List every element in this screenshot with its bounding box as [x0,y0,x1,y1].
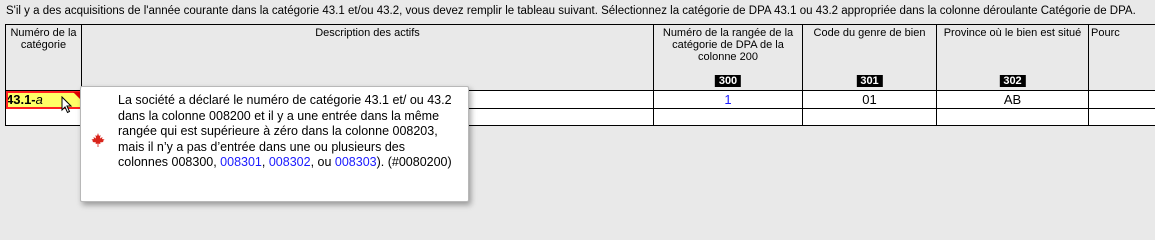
header-asset-description: Description des actifs [81,24,654,91]
property-code-cell[interactable]: 01 [802,90,937,109]
link-008302[interactable]: 008302 [269,155,311,169]
code-badge-300: 300 [714,75,742,87]
error-tooltip: La société a déclaré le numéro de catégo… [80,86,469,202]
code-badge-301: 301 [856,75,883,87]
header-category-number: Numéro de la catégorie [5,24,82,91]
header-row-number: Numéro de la rangée de la catégorie de D… [653,24,803,91]
empty-cell[interactable] [936,108,1089,126]
mouse-pointer-icon [61,96,73,114]
maple-leaf-icon [90,132,106,152]
empty-cell[interactable] [802,108,937,126]
header-row: Numéro de la catégorie Description des a… [5,24,1155,91]
instruction-text: S'il y a des acquisitions de l'année cou… [6,5,1136,17]
percentage-cell[interactable] [1088,90,1155,109]
row-number-cell[interactable]: 1 [653,90,803,109]
empty-cell[interactable] [1088,108,1155,126]
header-property-code: Code du genre de bien 301 [802,24,937,91]
header-province: Province où le bien est situé 302 [936,24,1089,91]
empty-cell[interactable] [653,108,803,126]
header-percentage: Pourc [1088,24,1155,91]
code-badge-302: 302 [999,75,1026,87]
province-cell[interactable]: AB [936,90,1089,109]
link-008303[interactable]: 008303 [335,155,377,169]
link-008301[interactable]: 008301 [220,155,262,169]
tooltip-message: La société a déclaré le numéro de catégo… [118,93,452,169]
